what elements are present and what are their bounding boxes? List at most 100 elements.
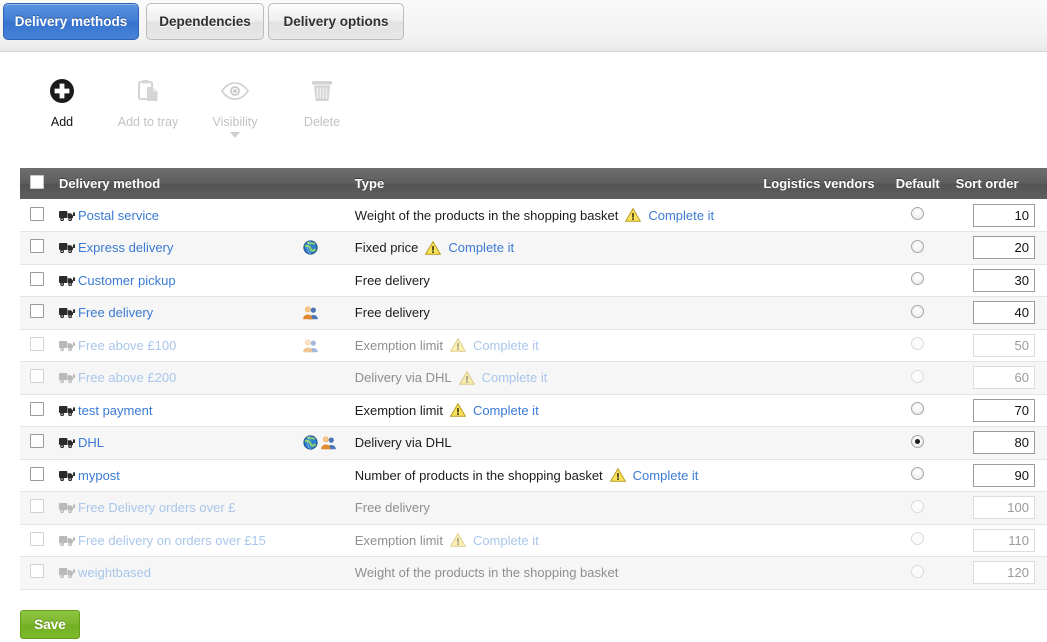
- tab-dependencies[interactable]: Dependencies: [146, 3, 264, 40]
- toolbar-button-visibility[interactable]: Visibility: [192, 71, 278, 138]
- delivery-method-cell[interactable]: Free delivery: [51, 296, 304, 330]
- delivery-method-cell[interactable]: Express delivery: [51, 231, 304, 265]
- default-cell[interactable]: [887, 264, 948, 297]
- default-cell[interactable]: [887, 296, 948, 330]
- row-checkbox[interactable]: [30, 369, 44, 384]
- table-row[interactable]: Postal service Weight of the products in …: [20, 199, 1047, 232]
- sort-order-input[interactable]: [973, 463, 1035, 487]
- delivery-method-cell[interactable]: Free above £100: [51, 329, 304, 362]
- default-radio[interactable]: [911, 207, 925, 220]
- default-cell[interactable]: [887, 329, 948, 362]
- default-cell[interactable]: [887, 361, 948, 395]
- sort-order-input[interactable]: [973, 528, 1035, 552]
- table-row[interactable]: weightbased Weight of the products in the…: [20, 556, 1047, 590]
- header-default[interactable]: Default: [887, 168, 948, 199]
- sort-order-input[interactable]: [973, 301, 1035, 325]
- row-checkbox[interactable]: [30, 499, 44, 514]
- delivery-method-cell[interactable]: mypost: [51, 459, 304, 492]
- table-row[interactable]: test payment Exemption limit Complete it: [20, 394, 1047, 427]
- delivery-method-link[interactable]: Customer pickup: [78, 273, 176, 288]
- chevron-down-icon[interactable]: [230, 132, 240, 138]
- sort-order-input[interactable]: [973, 496, 1035, 520]
- sort-order-cell[interactable]: [947, 524, 1047, 557]
- delivery-method-link[interactable]: Free Delivery orders over £: [78, 500, 236, 515]
- complete-it-link[interactable]: Complete it: [473, 403, 539, 418]
- row-select-cell[interactable]: [20, 231, 52, 265]
- delivery-method-cell[interactable]: test payment: [51, 394, 304, 427]
- complete-it-link[interactable]: Complete it: [473, 533, 539, 548]
- sort-order-input[interactable]: [973, 203, 1035, 227]
- table-row[interactable]: mypost Number of products in the shopping…: [20, 459, 1047, 492]
- complete-it-link[interactable]: Complete it: [448, 240, 514, 255]
- delivery-method-cell[interactable]: Free delivery on orders over £15: [51, 524, 304, 557]
- table-row[interactable]: Free above £200 Delivery via DHL Complete …: [20, 361, 1047, 395]
- sort-order-cell[interactable]: [947, 491, 1047, 525]
- row-checkbox[interactable]: [30, 271, 44, 286]
- default-radio[interactable]: [911, 564, 925, 578]
- sort-order-input[interactable]: [973, 236, 1035, 260]
- default-radio[interactable]: [911, 499, 925, 513]
- sort-order-cell[interactable]: [947, 426, 1047, 460]
- delivery-method-link[interactable]: DHL: [78, 435, 104, 450]
- default-cell[interactable]: [887, 556, 948, 590]
- default-cell[interactable]: [887, 394, 948, 427]
- header-sort-order[interactable]: Sort order: [947, 168, 1047, 199]
- tab-delivery-options[interactable]: Delivery options: [268, 3, 404, 40]
- delivery-method-link[interactable]: mypost: [78, 468, 120, 483]
- complete-it-link[interactable]: Complete it: [473, 338, 539, 353]
- default-cell[interactable]: [887, 426, 948, 460]
- default-radio[interactable]: [911, 532, 925, 546]
- default-cell[interactable]: [887, 231, 948, 265]
- delivery-method-cell[interactable]: weightbased: [51, 556, 304, 590]
- default-radio[interactable]: [911, 369, 925, 383]
- row-checkbox[interactable]: [30, 531, 44, 546]
- header-select-all[interactable]: [20, 168, 52, 199]
- default-radio[interactable]: [911, 434, 925, 448]
- delivery-method-link[interactable]: weightbased: [78, 565, 151, 580]
- complete-it-link[interactable]: Complete it: [648, 208, 714, 223]
- delivery-method-link[interactable]: Postal service: [78, 208, 159, 223]
- sort-order-cell[interactable]: [947, 394, 1047, 427]
- tab-delivery-methods[interactable]: Delivery methods: [3, 3, 139, 40]
- table-row[interactable]: Free above £100 Exemption limit Complete i…: [20, 329, 1047, 362]
- sort-order-cell[interactable]: [947, 556, 1047, 590]
- row-select-cell[interactable]: [20, 296, 52, 330]
- delivery-method-link[interactable]: Free above £100: [78, 338, 176, 353]
- table-row[interactable]: Free delivery Free delivery: [20, 296, 1047, 330]
- row-select-cell[interactable]: [20, 426, 52, 460]
- header-delivery-method[interactable]: Delivery method: [51, 168, 304, 199]
- select-all-checkbox[interactable]: [30, 175, 44, 189]
- sort-order-cell[interactable]: [947, 329, 1047, 362]
- table-row[interactable]: Customer pickup Free delivery: [20, 264, 1047, 297]
- delivery-method-cell[interactable]: DHL: [51, 426, 304, 460]
- header-type[interactable]: Type: [346, 168, 756, 199]
- sort-order-cell[interactable]: [947, 264, 1047, 297]
- table-row[interactable]: Free Delivery orders over £ Free delivery: [20, 491, 1047, 525]
- row-checkbox[interactable]: [30, 401, 44, 416]
- delivery-method-link[interactable]: Free above £200: [78, 370, 176, 385]
- save-button[interactable]: Save: [20, 610, 80, 639]
- default-cell[interactable]: [887, 459, 948, 492]
- default-cell[interactable]: [887, 524, 948, 557]
- delivery-method-cell[interactable]: Postal service: [51, 199, 304, 232]
- default-radio[interactable]: [911, 402, 925, 416]
- table-row[interactable]: DHL Delivery via DHL: [20, 426, 1047, 460]
- row-select-cell[interactable]: [20, 199, 52, 232]
- row-checkbox[interactable]: [30, 336, 44, 351]
- default-radio[interactable]: [911, 304, 925, 318]
- delivery-method-link[interactable]: test payment: [78, 403, 152, 418]
- sort-order-cell[interactable]: [947, 361, 1047, 395]
- sort-order-cell[interactable]: [947, 199, 1047, 232]
- sort-order-cell[interactable]: [947, 459, 1047, 492]
- delivery-method-link[interactable]: Free delivery on orders over £15: [78, 533, 266, 548]
- row-select-cell[interactable]: [20, 264, 52, 297]
- delivery-method-cell[interactable]: Free Delivery orders over £: [51, 491, 304, 525]
- toolbar-button-add[interactable]: Add: [19, 71, 105, 129]
- sort-order-cell[interactable]: [947, 296, 1047, 330]
- row-select-cell[interactable]: [20, 329, 52, 362]
- sort-order-input[interactable]: [973, 398, 1035, 422]
- default-radio[interactable]: [911, 467, 925, 481]
- sort-order-input[interactable]: [973, 333, 1035, 357]
- sort-order-input[interactable]: [973, 366, 1035, 390]
- delivery-method-cell[interactable]: Free above £200: [51, 361, 304, 395]
